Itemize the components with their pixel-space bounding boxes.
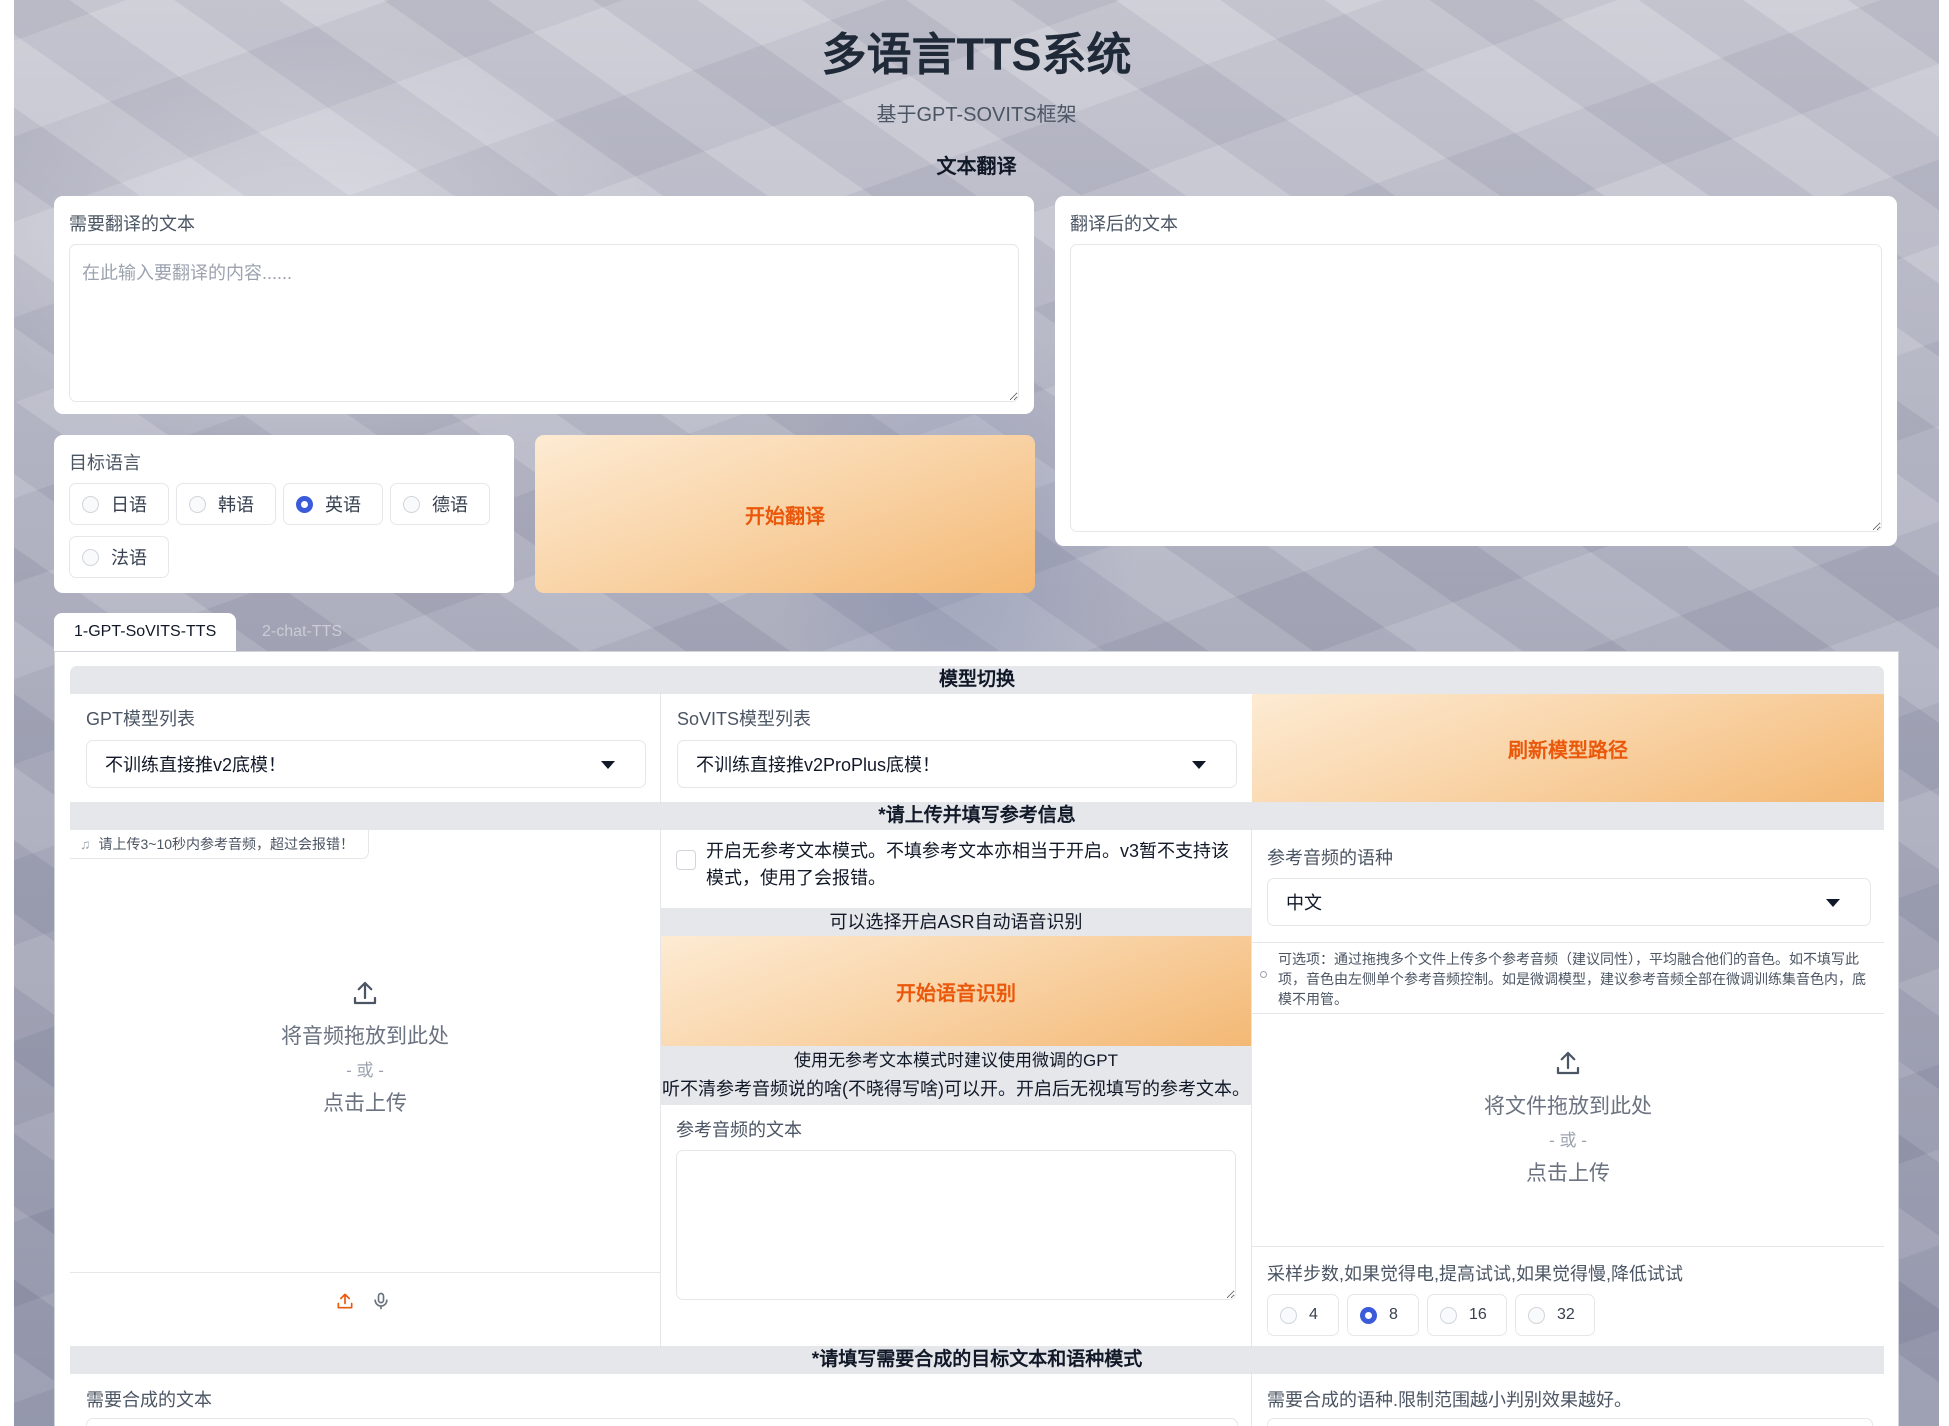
- upload-source-icon[interactable]: [335, 1290, 355, 1312]
- ref-lang-select[interactable]: 中文: [1267, 878, 1871, 926]
- sovits-model-select[interactable]: 不训练直接推v2ProPlus底模！: [677, 740, 1237, 788]
- steps-divider: [1252, 1246, 1884, 1247]
- radio-circle-icon: [1440, 1306, 1457, 1324]
- audio-click-text: 点击上传: [323, 1092, 407, 1115]
- radio-circle-icon: [189, 495, 206, 513]
- radio-circle-icon: [403, 495, 420, 513]
- chevron-down-icon: [1826, 899, 1840, 907]
- microphone-icon[interactable]: [371, 1290, 391, 1312]
- synth-section-title: *请填写需要合成的目标文本和语种模式: [70, 1346, 1884, 1374]
- radio-circle-icon: [1280, 1306, 1297, 1324]
- upload-icon: [353, 981, 377, 1005]
- audio-drop-text: 将音频拖放到此处: [281, 1025, 449, 1048]
- audio-badge-text: 请上传3~10秒内参考音频，超过会报错！: [98, 836, 355, 852]
- radio-label: 德语: [432, 495, 468, 515]
- radio-label: 16: [1469, 1306, 1487, 1323]
- column-divider: [660, 694, 661, 802]
- sovits-model-label: SoVITS模型列表: [677, 709, 812, 729]
- radio-circle-icon: [1528, 1306, 1545, 1324]
- result-text-label: 翻译后的文本: [1070, 214, 1178, 234]
- ref-text-notes: 使用无参考文本模式时建议使用微调的GPT 听不清参考音频说的啥(不晓得写啥)可以…: [661, 1046, 1251, 1105]
- radio-label: 英语: [325, 495, 361, 515]
- radio-label: 日语: [111, 495, 147, 515]
- music-note-icon: ♫: [80, 836, 91, 852]
- lang-radio-french[interactable]: 法语: [69, 536, 169, 578]
- lang-radio-german[interactable]: 德语: [390, 483, 490, 525]
- result-text-output[interactable]: [1070, 244, 1882, 532]
- chevron-down-icon: [1192, 761, 1206, 769]
- radio-label: 32: [1557, 1306, 1575, 1323]
- radio-circle-icon: [82, 495, 99, 513]
- multi-ref-drop-zone[interactable]: 将文件拖放到此处 - 或 - 点击上传: [1252, 1048, 1884, 1187]
- radio-label: 8: [1389, 1306, 1398, 1323]
- info-dot-icon: [1260, 971, 1267, 978]
- reference-section-title: *请上传并填写参考信息: [70, 802, 1884, 830]
- ref-note-line-2: 听不清参考音频说的啥(不晓得写啥)可以开。开启后无视填写的参考文本。: [662, 1079, 1250, 1099]
- radio-selected-icon: [296, 495, 313, 513]
- ref-lang-value: 中文: [1286, 893, 1322, 913]
- multi-ref-info: 可选项：通过拖拽多个文件上传多个参考音频（建议同性），平均融合他们的音色。如不填…: [1252, 942, 1884, 1014]
- model-section-title: 模型切换: [70, 666, 1884, 694]
- source-text-label: 需要翻译的文本: [69, 214, 195, 234]
- target-language-label: 目标语言: [69, 453, 141, 473]
- gpt-model-select[interactable]: 不训练直接推v2底模！: [86, 740, 646, 788]
- tab-chat-tts[interactable]: 2-chat-TTS: [242, 613, 362, 651]
- lang-radio-japanese[interactable]: 日语: [69, 483, 169, 525]
- gpt-model-label: GPT模型列表: [86, 709, 196, 729]
- tts-main-panel: 模型切换 GPT模型列表 不训练直接推v2底模！ SoVITS模型列表 不训练直…: [54, 651, 1899, 1426]
- audio-or-text: - 或 -: [346, 1061, 384, 1080]
- upload-icon: [1556, 1051, 1580, 1075]
- file-click-text: 点击上传: [1526, 1162, 1610, 1185]
- gpt-model-value: 不训练直接推v2底模！: [105, 755, 287, 775]
- steps-radio-8[interactable]: 8: [1347, 1294, 1419, 1336]
- app-background: 多语言TTS系统 基于GPT-SOVITS框架 文本翻译 需要翻译的文本 翻译后…: [14, 0, 1939, 1426]
- no-ref-text-checkbox[interactable]: [676, 850, 696, 870]
- sovits-model-value: 不训练直接推v2ProPlus底模！: [696, 755, 941, 775]
- refresh-model-button[interactable]: 刷新模型路径: [1252, 694, 1884, 802]
- synth-lang-label: 需要合成的语种.限制范围越小判别效果越好。: [1267, 1390, 1632, 1410]
- lang-radio-korean[interactable]: 韩语: [176, 483, 276, 525]
- audio-toolbar-divider: [70, 1272, 660, 1273]
- asr-hint: 可以选择开启ASR自动语音识别: [661, 908, 1251, 936]
- ref-text-input[interactable]: [676, 1150, 1236, 1300]
- column-divider: [1251, 1374, 1252, 1426]
- ref-text-label: 参考音频的文本: [676, 1120, 802, 1140]
- result-text-card: 翻译后的文本: [1055, 196, 1897, 546]
- reference-middle-column: 开启无参考文本模式。不填参考文本亦相当于开启。v3暂不支持该模式，使用了会报错。…: [661, 830, 1251, 1346]
- synth-text-input[interactable]: [86, 1418, 1238, 1426]
- source-text-card: 需要翻译的文本: [54, 196, 1034, 414]
- synth-lang-select[interactable]: [1267, 1418, 1873, 1426]
- steps-radio-16[interactable]: 16: [1427, 1294, 1507, 1336]
- radio-label: 法语: [111, 548, 147, 568]
- steps-radio-32[interactable]: 32: [1515, 1294, 1595, 1336]
- page-subtitle: 基于GPT-SOVITS框架: [876, 104, 1077, 126]
- file-drop-text: 将文件拖放到此处: [1484, 1095, 1652, 1118]
- steps-label: 采样步数,如果觉得电,提高试试,如果觉得慢,降低试试: [1267, 1264, 1684, 1284]
- target-language-card: 目标语言 日语 韩语 英语 德语 法语: [54, 435, 514, 593]
- multi-ref-info-text: 可选项：通过拖拽多个文件上传多个参考音频（建议同性），平均融合他们的音色。如不填…: [1278, 951, 1866, 1007]
- audio-drop-zone[interactable]: 将音频拖放到此处 - 或 - 点击上传: [70, 978, 660, 1117]
- radio-label: 韩语: [218, 495, 254, 515]
- file-or-text: - 或 -: [1549, 1131, 1587, 1150]
- chevron-down-icon: [601, 761, 615, 769]
- radio-circle-icon: [82, 548, 99, 566]
- start-translate-button[interactable]: 开始翻译: [535, 435, 1035, 593]
- tab-gpt-sovits-tts[interactable]: 1-GPT-SoVITS-TTS: [54, 613, 237, 651]
- radio-selected-icon: [1360, 1306, 1377, 1324]
- source-text-input[interactable]: [69, 244, 1019, 402]
- audio-source-toolbar: [335, 1290, 391, 1312]
- no-ref-text-label: 开启无参考文本模式。不填参考文本亦相当于开启。v3暂不支持该模式，使用了会报错。: [706, 841, 1230, 888]
- lang-radio-english[interactable]: 英语: [283, 483, 383, 525]
- audio-badge: ♫ 请上传3~10秒内参考音频，超过会报错！: [70, 830, 370, 859]
- reference-audio-upload[interactable]: ♫ 请上传3~10秒内参考音频，超过会报错！ 将音频拖放到此处 - 或 - 点击…: [70, 830, 660, 1346]
- ref-note-line-1: 使用无参考文本模式时建议使用微调的GPT: [794, 1051, 1118, 1070]
- synth-text-label: 需要合成的文本: [86, 1390, 212, 1410]
- steps-radio-4[interactable]: 4: [1267, 1294, 1339, 1336]
- radio-label: 4: [1309, 1306, 1318, 1323]
- page-title: 多语言TTS系统: [821, 29, 1132, 80]
- translate-section-title: 文本翻译: [936, 156, 1017, 178]
- start-asr-button[interactable]: 开始语音识别: [661, 936, 1251, 1046]
- reference-right-column: 参考音频的语种 中文 可选项：通过拖拽多个文件上传多个参考音频（建议同性），平均…: [1252, 830, 1884, 1346]
- ref-lang-label: 参考音频的语种: [1267, 848, 1393, 868]
